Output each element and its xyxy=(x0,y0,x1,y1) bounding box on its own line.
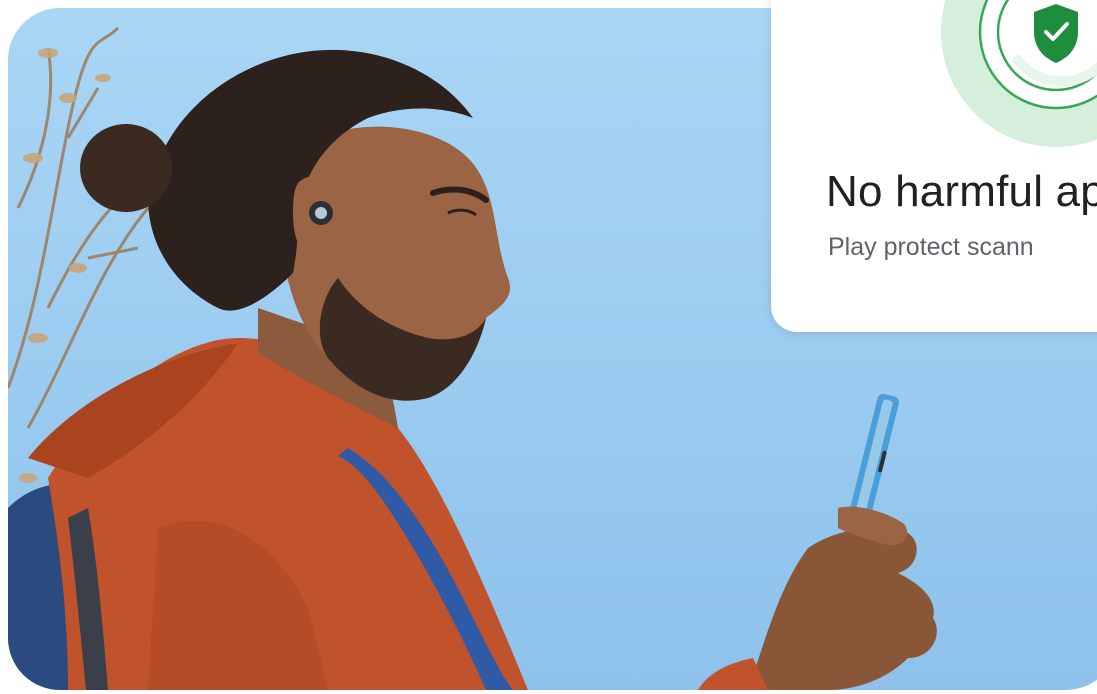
card-title: No harmful ap xyxy=(826,167,1097,216)
card-subtitle: Play protect scann xyxy=(828,233,1034,261)
hair-bun xyxy=(80,124,172,212)
play-protect-card: No harmful ap Play protect scann xyxy=(771,0,1097,332)
dry-branches xyxy=(8,26,169,429)
left-hand xyxy=(748,528,937,690)
